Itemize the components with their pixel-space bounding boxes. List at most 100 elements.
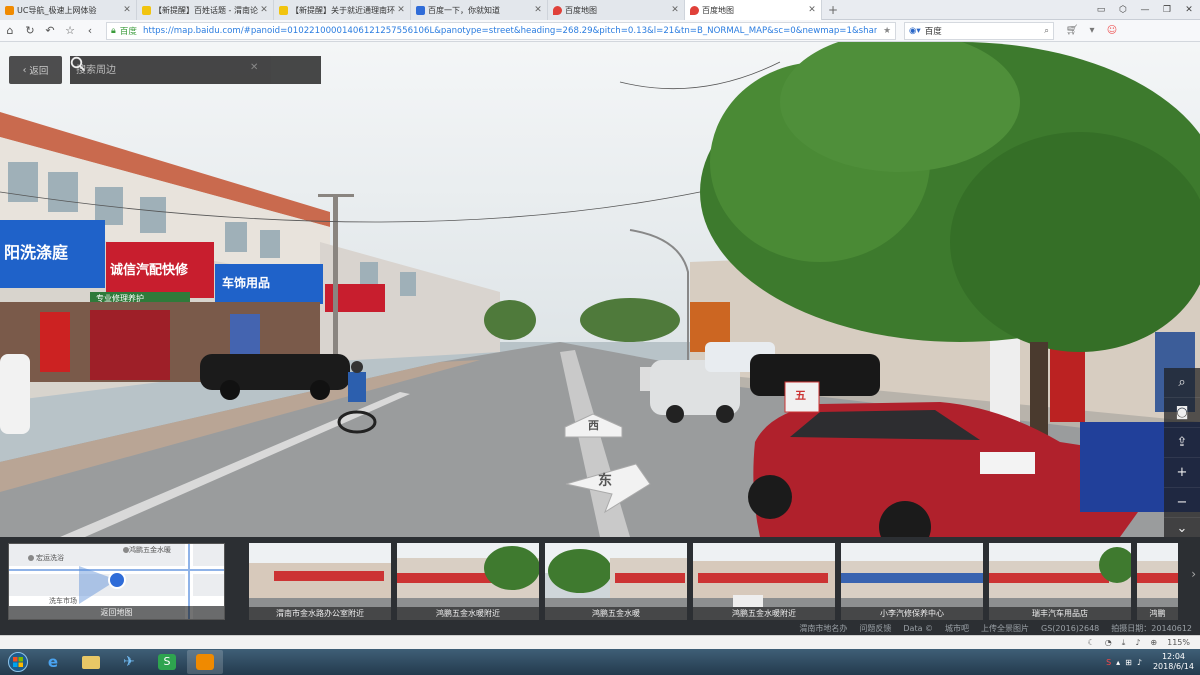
speed-icon[interactable]: ◔ [1105, 638, 1112, 647]
zoom-in-icon[interactable]: + [1164, 458, 1200, 488]
street-view-panorama[interactable]: 五 阳洗涤庭 诚信汽配快修 车饰用品 专业修理养护 西 东 ‹ 返回 ✕ ⌕ ◙… [0, 42, 1200, 537]
new-tab-button[interactable]: + [822, 0, 844, 19]
avatar[interactable]: ☺ [1102, 25, 1122, 36]
windows-logo-icon [8, 652, 28, 672]
undo-icon[interactable]: ↶ [40, 21, 60, 41]
tab-close-icon[interactable]: ✕ [807, 5, 817, 15]
clock[interactable]: 12:04 2018/6/14 [1153, 652, 1194, 672]
browser-extra-buttons: 🛒︎ ▾ ☺ [1062, 25, 1122, 36]
maximize-button[interactable]: ❐ [1156, 5, 1178, 15]
search-engine-icon[interactable]: ◉▾ [909, 26, 921, 36]
browser-toolbar: ⌂ ↻ ↶ ☆ ‹ 🔒︎ 百度 https://map.baidu.com/#p… [0, 20, 1200, 42]
search-icon [70, 56, 86, 72]
tab-close-icon[interactable]: ✕ [396, 5, 406, 15]
footer-link[interactable]: 渭南市地名办 [799, 623, 847, 634]
mini-map[interactable]: 鸿鹏五金水暖 宏运洗浴 洗车市场 返回地图 [8, 543, 225, 620]
browser-status-bar: ☾ ◔ ⤓ ♪ ⊕ 115% [0, 635, 1200, 649]
mini-map-poi-label: 宏运洗浴 [36, 554, 64, 562]
share-icon[interactable]: ⇪ [1164, 428, 1200, 458]
clock-time: 12:04 [1161, 652, 1186, 661]
back-button-label: 返回 [29, 66, 49, 77]
browser-search-box[interactable]: ◉▾ 百度 ⌕ [904, 21, 1054, 40]
zoom-out-icon[interactable]: − [1164, 488, 1200, 518]
start-button[interactable] [3, 650, 33, 674]
nav-arrow-west[interactable]: 西 [588, 417, 599, 433]
close-window-button[interactable]: ✕ [1178, 5, 1200, 15]
star-icon[interactable]: ☆ [60, 21, 80, 41]
pano-thumbnail[interactable]: 鸿鹏五金水暖附近 [693, 543, 835, 620]
tab-close-icon[interactable]: ✕ [122, 5, 132, 15]
browser-tab-active[interactable]: 百度地图 ✕ [685, 0, 822, 20]
home-icon[interactable]: ⌂ [0, 21, 20, 41]
browser-tab[interactable]: 百度一下，你就知道 ✕ [411, 0, 548, 20]
volume-icon[interactable]: ♪ [1137, 658, 1142, 667]
browser-tab[interactable]: UC导航_极速上网体验 ✕ [0, 0, 137, 20]
street-scene [0, 42, 1200, 537]
chevron-right-icon[interactable]: › [1191, 567, 1196, 581]
tile-icon[interactable]: ▭ [1090, 5, 1112, 15]
folder-icon[interactable] [73, 650, 109, 674]
bird-app-icon[interactable]: ✈ [111, 650, 147, 674]
tab-title: 百度地图 [565, 5, 597, 15]
url-text[interactable]: https://map.baidu.com/#panoid=0102210000… [143, 26, 877, 36]
tab-close-icon[interactable]: ✕ [670, 5, 680, 15]
search-input[interactable] [70, 56, 271, 84]
camera-icon[interactable]: ◙ [1164, 398, 1200, 428]
footer-link[interactable]: GS(2016)2648 [1041, 624, 1099, 633]
clock-date: 2018/6/14 [1152, 662, 1194, 671]
tab-close-icon[interactable]: ✕ [533, 5, 543, 15]
tab-title: UC导航_极速上网体验 [17, 5, 97, 15]
nav-arrow-east[interactable]: 东 [598, 470, 612, 490]
tab-title: 【新提醒】百姓话题 - 渭南论 [154, 5, 258, 15]
search-icon[interactable]: ⌕ [1044, 26, 1049, 36]
pano-thumbnail-strip: 鸿鹏五金水暖 宏运洗浴 洗车市场 返回地图 渭南市金水路办公室附近 鸿鹏五金水暖… [0, 537, 1200, 621]
browser-tab[interactable]: 【新提醒】关于就近通理南环 ✕ [274, 0, 411, 20]
road-marker-label: 五 [795, 389, 806, 402]
browser-tab[interactable]: 【新提醒】百姓话题 - 渭南论 ✕ [137, 0, 274, 20]
uc-browser-icon[interactable] [187, 650, 223, 674]
minimize-button[interactable]: — [1134, 5, 1156, 15]
spreadsheet-app-icon[interactable]: S [149, 650, 185, 674]
cart-icon[interactable]: 🛒︎ [1062, 25, 1082, 36]
back-arrow-icon[interactable]: ‹ [80, 21, 100, 41]
skin-icon[interactable]: ⬡ [1112, 5, 1134, 15]
pano-thumbnail[interactable]: 渭南市金水路办公室附近 [249, 543, 391, 620]
search-icon[interactable]: ⌕ [1164, 368, 1200, 398]
pano-thumbnail[interactable]: 瑞丰汽车用品店 [989, 543, 1131, 620]
zoom-icon[interactable]: ⊕ [1150, 638, 1157, 647]
pano-search: ✕ [70, 56, 321, 84]
bookmark-star-icon[interactable]: ★ [877, 26, 891, 36]
ime-icon[interactable]: S [1106, 658, 1111, 667]
return-to-map-label[interactable]: 返回地图 [9, 606, 224, 619]
network-icon[interactable]: ⊞ [1125, 658, 1132, 667]
ie-icon[interactable]: e [35, 650, 71, 674]
search-button[interactable] [70, 56, 321, 84]
address-bar[interactable]: 🔒︎ 百度 https://map.baidu.com/#panoid=0102… [106, 21, 896, 40]
clear-icon[interactable]: ✕ [250, 62, 258, 73]
tab-favicon-icon [279, 5, 288, 15]
tab-close-icon[interactable]: ✕ [259, 5, 269, 15]
browser-tab[interactable]: 百度地图 ✕ [548, 0, 685, 20]
footer-link[interactable]: 城市吧 [945, 623, 969, 634]
pano-thumbnail[interactable]: 鸿鹏五金水暖 [545, 543, 687, 620]
pano-thumbnail[interactable]: 鸿鹏 [1137, 543, 1178, 620]
menu-chevron-icon[interactable]: ▾ [1082, 25, 1102, 36]
volume-icon[interactable]: ♪ [1135, 638, 1140, 647]
capture-date: 拍摄日期：20140612 [1111, 623, 1192, 633]
tab-title: 【新提醒】关于就近通理南环 [291, 5, 395, 15]
system-tray: S ▴ ⊞ ♪ 12:04 2018/6/14 [1106, 652, 1200, 672]
tab-favicon-icon [5, 5, 14, 15]
back-button[interactable]: ‹ 返回 [9, 56, 62, 84]
pano-thumbnail[interactable]: 小李汽修保养中心 [841, 543, 983, 620]
refresh-icon[interactable]: ↻ [20, 21, 40, 41]
zoom-level[interactable]: 115% [1167, 638, 1190, 647]
night-mode-icon[interactable]: ☾ [1088, 638, 1095, 647]
footer-link[interactable]: 问题反馈 [859, 623, 891, 634]
footer-link[interactable]: 上传全景图片 [981, 623, 1029, 634]
search-engine-label: 百度 [924, 26, 942, 37]
tray-expand-icon[interactable]: ▴ [1116, 658, 1120, 667]
chevron-down-icon[interactable]: ⌄ [1164, 518, 1200, 537]
window-controls: ▭ ⬡ — ❐ ✕ [1090, 0, 1200, 19]
pano-thumbnail[interactable]: 鸿鹏五金水暖附近 [397, 543, 539, 620]
download-icon[interactable]: ⤓ [1122, 638, 1126, 648]
